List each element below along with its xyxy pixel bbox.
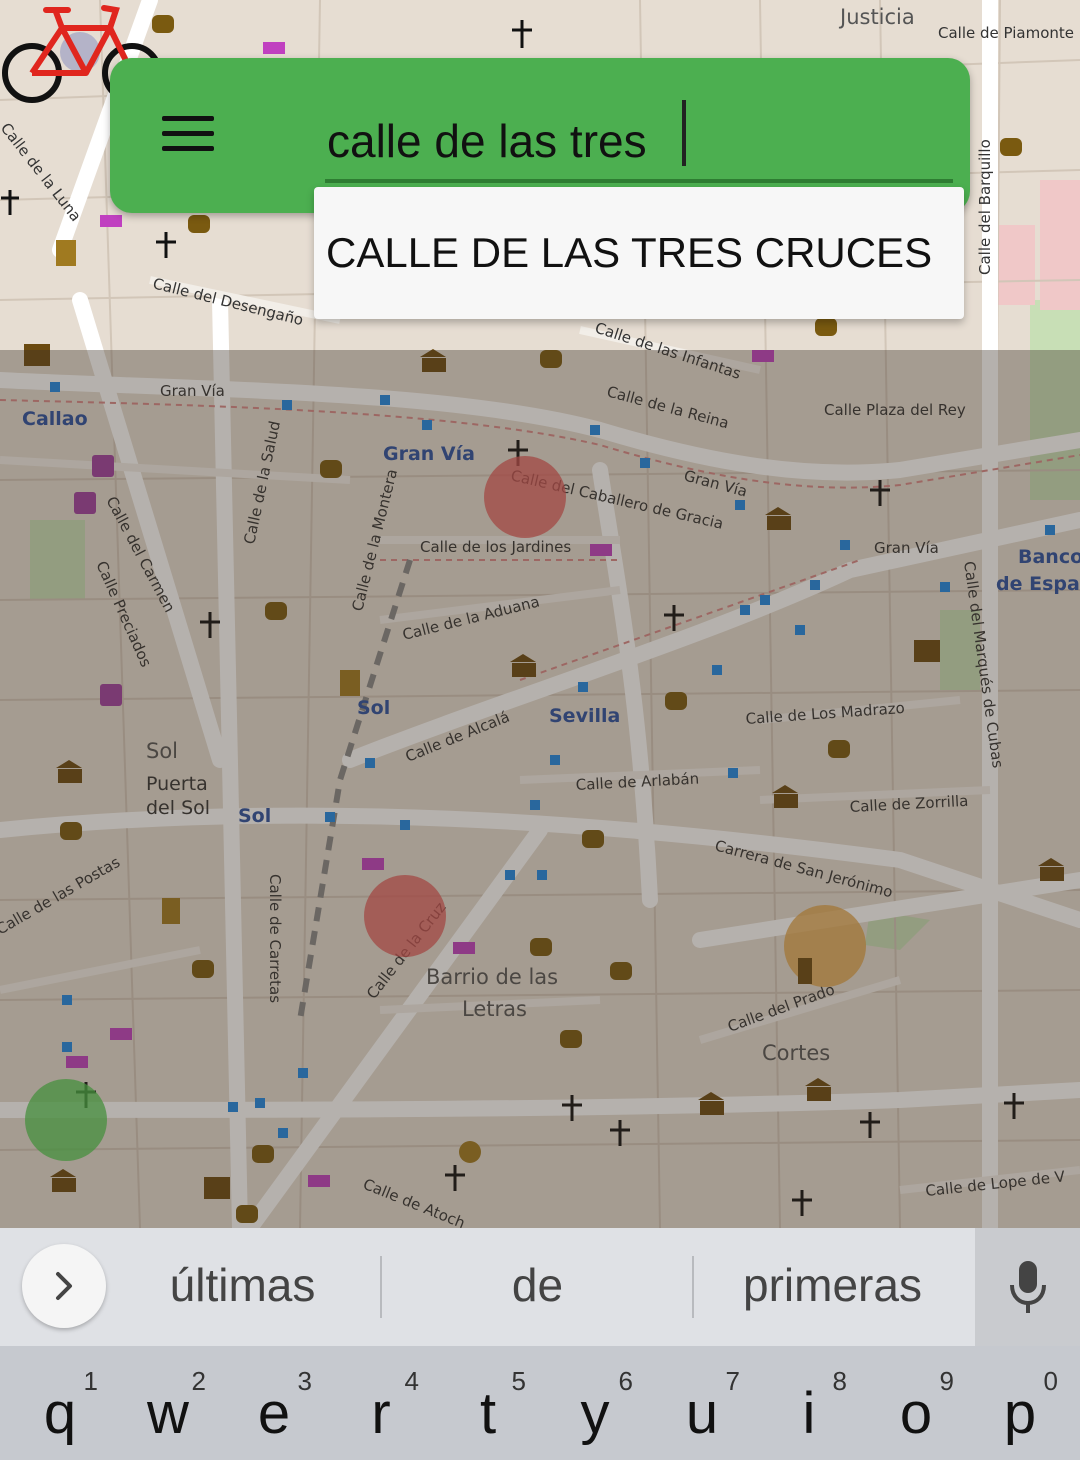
key-letter: e [257, 1381, 291, 1446]
viewpoint-icon [459, 1141, 481, 1163]
street-label: Gran Vía [874, 539, 939, 557]
metro-label: Gran Vía [383, 443, 475, 465]
street-label: Calle de los Jardines [420, 538, 571, 556]
menu-icon [162, 130, 214, 136]
key-letter: q [43, 1381, 77, 1446]
microphone-icon [1009, 1261, 1046, 1313]
key-letter: r [371, 1381, 391, 1446]
bike-station-marker[interactable] [484, 456, 566, 538]
street-label: Calle Plaza del Rey [824, 401, 966, 419]
key-i[interactable]: 8i [755, 1346, 863, 1460]
district-label: Letras [462, 997, 527, 1021]
street-label: Calle del Barquillo [976, 139, 994, 275]
street-label: Gran Vía [160, 382, 225, 400]
metro-label: Sevilla [549, 705, 620, 727]
search-suggestion-item[interactable]: CALLE DE LAS TRES CRUCES [314, 187, 964, 319]
district-label: Barrio de las [426, 965, 558, 989]
key-e[interactable]: 3e [220, 1346, 328, 1460]
bike-station-marker[interactable] [25, 1079, 107, 1161]
info-icon [798, 958, 812, 984]
street-label: Calle de Carretas [266, 874, 284, 1003]
keyboard: 1q 2w 3e 4r 5t 6y 7u 8i 9o 0p [0, 1346, 1080, 1460]
key-t[interactable]: 5t [434, 1346, 542, 1460]
voice-input-button[interactable] [975, 1228, 1080, 1346]
key-q[interactable]: 1q [6, 1346, 114, 1460]
key-letter: u [685, 1381, 719, 1446]
key-letter: p [1003, 1381, 1037, 1446]
person-icon [340, 670, 360, 696]
person-icon [56, 240, 76, 266]
key-y[interactable]: 6y [541, 1346, 649, 1460]
suggestion-word[interactable]: primeras [705, 1258, 960, 1312]
district-label: Sol [146, 739, 178, 763]
suggestion-divider [380, 1256, 382, 1318]
suggestion-divider [692, 1256, 694, 1318]
key-letter: o [899, 1381, 933, 1446]
suggestion-word[interactable]: últimas [120, 1258, 365, 1312]
bike-station-marker[interactable] [784, 905, 866, 987]
suggestion-label: CALLE DE LAS TRES CRUCES [326, 229, 933, 276]
text-cursor [682, 100, 686, 166]
key-u[interactable]: 7u [648, 1346, 756, 1460]
metro-label: de Espa [996, 573, 1080, 595]
menu-icon [162, 115, 214, 121]
street-label: Calle de Piamonte [938, 24, 1074, 42]
key-letter: y [580, 1381, 610, 1446]
chevron-right-icon [56, 1272, 72, 1300]
suggestion-word[interactable]: de [410, 1258, 665, 1312]
place-label: Puerta [146, 773, 208, 795]
metro-label: Sol [357, 697, 390, 719]
hamburger-menu-button[interactable] [148, 98, 228, 168]
metro-label: Sol [238, 805, 271, 827]
search-input[interactable] [325, 103, 953, 183]
key-letter: t [479, 1381, 497, 1446]
metro-label: Callao [22, 408, 88, 430]
key-letter: w [147, 1381, 189, 1446]
key-o[interactable]: 9o [862, 1346, 970, 1460]
building-highlight [1040, 180, 1080, 310]
district-label: Cortes [762, 1041, 830, 1065]
key-p[interactable]: 0p [966, 1346, 1074, 1460]
key-letter: i [802, 1381, 816, 1446]
key-w[interactable]: 2w [114, 1346, 222, 1460]
expand-suggestions-button[interactable] [22, 1244, 106, 1328]
keyboard-suggestion-strip: últimas de primeras [0, 1228, 1080, 1346]
park-area [30, 520, 85, 600]
menu-icon [162, 145, 214, 151]
district-label: Justicia [838, 5, 915, 29]
bike-station-marker[interactable] [364, 875, 446, 957]
key-r[interactable]: 4r [327, 1346, 435, 1460]
monument-icon [162, 898, 180, 924]
place-label: del Sol [146, 797, 210, 819]
metro-label: Banco [1018, 546, 1080, 568]
